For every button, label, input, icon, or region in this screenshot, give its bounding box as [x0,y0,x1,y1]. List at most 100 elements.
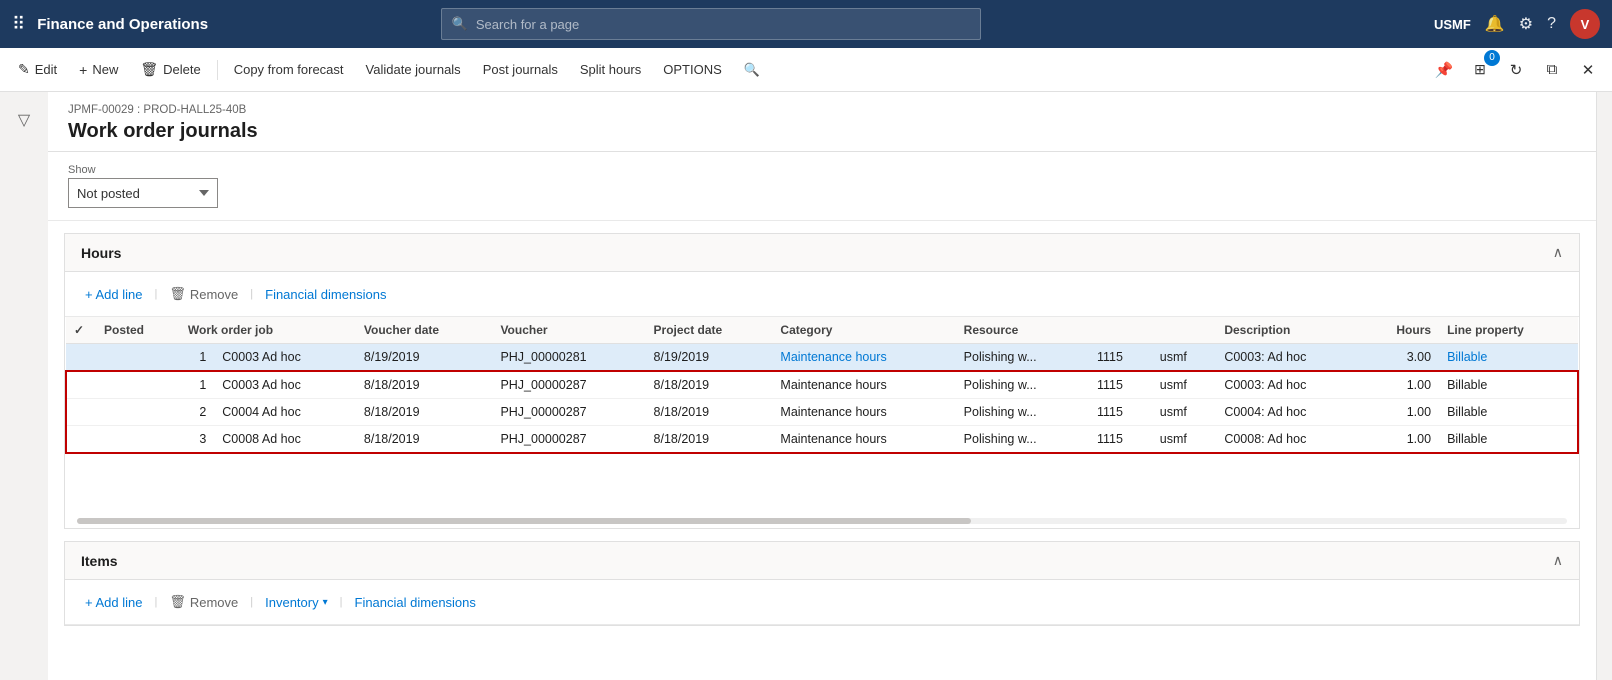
copy-from-forecast-button[interactable]: Copy from forecast [224,54,354,86]
col-hours-header: Hours [1363,317,1439,344]
badge-count: 0 [1484,50,1500,66]
row-project-date: 8/18/2019 [646,399,773,426]
inventory-chevron-icon: ▾ [323,597,328,608]
items-remove-button[interactable]: 🗑 Remove [161,588,246,616]
pin-icon[interactable]: 📌 [1428,54,1460,86]
row-num: 1 [180,371,214,399]
col-voucher-header: Voucher [492,317,645,344]
row-col2: usmf [1152,399,1217,426]
row-project-date: 8/18/2019 [646,426,773,454]
top-navbar: ⠿ Finance and Operations 🔍 USMF 🔔 ⚙ ? V [0,0,1612,48]
row-hours: 1.00 [1363,371,1439,399]
hours-collapse-icon[interactable]: ∧ [1553,244,1563,261]
search-cmd-icon[interactable]: 🔍 [734,54,770,86]
row-voucher-date: 8/18/2019 [356,399,493,426]
col-line-property-header: Line property [1439,317,1578,344]
row-work-order: C0008 Ad hoc [214,426,356,454]
refresh-icon[interactable]: ↻ [1500,54,1532,86]
table-row[interactable]: 2C0004 Ad hoc8/18/2019PHJ_000002878/18/2… [66,399,1578,426]
row-col2: usmf [1152,426,1217,454]
validate-journals-button[interactable]: Validate journals [356,54,471,86]
row-description: C0003: Ad hoc [1216,371,1363,399]
notifications-icon[interactable]: 🔔 [1485,14,1505,34]
row-project-date: 8/19/2019 [646,344,773,372]
hours-table-scroll[interactable]: ✓ Posted Work order job Voucher date Vou… [65,317,1579,454]
search-icon: 🔍 [452,16,468,32]
scroll-indicator[interactable] [65,514,1579,528]
items-add-line-button[interactable]: + Add line [77,588,150,616]
hours-financial-dimensions-button[interactable]: Financial dimensions [257,280,394,308]
row-voucher: PHJ_00000287 [492,399,645,426]
filter-sidebar-icon[interactable]: ▽ [6,102,42,138]
table-row[interactable]: 1C0003 Ad hoc8/18/2019PHJ_000002878/18/2… [66,371,1578,399]
page-title: Work order journals [68,120,1576,143]
row-category: Maintenance hours [772,399,955,426]
items-financial-dimensions-button[interactable]: Financial dimensions [347,588,484,616]
avatar[interactable]: V [1570,9,1600,39]
hours-table-spacer [65,454,1579,514]
row-resource: Polishing w... [956,371,1089,399]
col-resource-header: Resource [956,317,1152,344]
help-icon[interactable]: ? [1547,15,1556,33]
post-journals-button[interactable]: Post journals [473,54,568,86]
options-button[interactable]: OPTIONS [653,54,732,86]
popout-icon[interactable]: ⧉ [1536,54,1568,86]
row-voucher: PHJ_00000281 [492,344,645,372]
left-sidebar: ▽ [0,92,48,680]
table-row[interactable]: 3C0008 Ad hoc8/18/2019PHJ_000002878/18/2… [66,426,1578,454]
row-line-property: Billable [1439,371,1578,399]
row-num: 2 [180,399,214,426]
col-posted-header: Posted [96,317,180,344]
col-work-order-job-header: Work order job [180,317,356,344]
items-inventory-button[interactable]: Inventory ▾ [257,588,336,616]
items-section: Items ∧ + Add line | 🗑 Remove | Inventor… [64,541,1580,626]
app-title: Finance and Operations [37,16,208,33]
bottom-spacer [48,638,1596,670]
hours-remove-button[interactable]: 🗑 Remove [161,280,246,308]
page-header: JPMF-00029 : PROD-HALL25-40B Work order … [48,92,1596,152]
row-col2: usmf [1152,344,1217,372]
row-check [66,399,96,426]
breadcrumb: JPMF-00029 : PROD-HALL25-40B [68,104,1576,116]
page-area: JPMF-00029 : PROD-HALL25-40B Work order … [48,92,1596,680]
split-hours-button[interactable]: Split hours [570,54,651,86]
row-check [66,344,96,372]
close-icon[interactable]: ✕ [1572,54,1604,86]
row-category[interactable]: Maintenance hours [772,344,955,372]
cmd-divider-1 [217,60,218,80]
row-col1: 1115 [1089,344,1152,372]
search-bar[interactable]: 🔍 [441,8,981,40]
show-select[interactable]: Not posted Posted All [68,178,218,208]
delete-button[interactable]: 🗑 Delete [130,54,210,86]
row-posted [96,426,180,454]
right-sidebar[interactable] [1596,92,1612,680]
row-work-order: C0004 Ad hoc [214,399,356,426]
hours-table-header: ✓ Posted Work order job Voucher date Vou… [66,317,1578,344]
main-content: ▽ JPMF-00029 : PROD-HALL25-40B Work orde… [0,92,1612,680]
filter-section: Show Not posted Posted All [48,152,1596,221]
items-collapse-icon[interactable]: ∧ [1553,552,1563,569]
new-button[interactable]: + New [69,54,128,86]
hours-add-line-button[interactable]: + Add line [77,280,150,308]
cmd-right-icons: 📌 ⊞ 0 ↻ ⧉ ✕ [1428,54,1604,86]
items-table-toolbar: + Add line | 🗑 Remove | Inventory ▾ | Fi… [65,580,1579,625]
trash-icon: 🗑 [169,286,186,302]
search-input[interactable] [476,17,970,32]
edit-button[interactable]: ✎ Edit [8,54,67,86]
table-row[interactable]: 1C0003 Ad hoc8/19/2019PHJ_000002818/19/2… [66,344,1578,372]
row-voucher-date: 8/18/2019 [356,371,493,399]
app-grid-icon[interactable]: ⠿ [12,14,25,35]
nav-right: USMF 🔔 ⚙ ? V [1434,9,1600,39]
row-category: Maintenance hours [772,371,955,399]
office-icon[interactable]: ⊞ 0 [1464,54,1496,86]
delete-icon: 🗑 [140,61,158,78]
row-posted [96,399,180,426]
row-resource: Polishing w... [956,426,1089,454]
items-trash-icon: 🗑 [169,594,186,610]
row-description: C0003: Ad hoc [1216,344,1363,372]
settings-icon[interactable]: ⚙ [1519,14,1533,34]
row-hours: 3.00 [1363,344,1439,372]
hours-table-toolbar: + Add line | 🗑 Remove | Financial dimens… [65,272,1579,317]
items-section-header: Items ∧ [65,542,1579,580]
hours-table-body: 1C0003 Ad hoc8/19/2019PHJ_000002818/19/2… [66,344,1578,454]
